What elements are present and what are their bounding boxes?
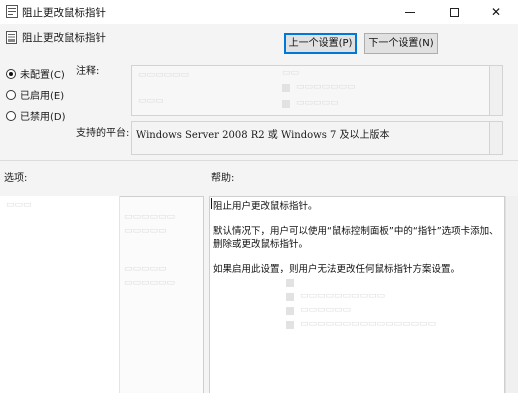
minimize-button[interactable] xyxy=(388,0,432,24)
close-icon: ✕ xyxy=(490,5,502,19)
help-paragraph: 默认情况下，用户可以使用“鼠标控制面板”中的“指针”选项卡添加、 xyxy=(213,226,499,237)
faded-artifact xyxy=(286,307,294,315)
help-label: 帮助: xyxy=(211,173,235,184)
faded-artifact: ▭▭▭▭▭▭ xyxy=(138,70,190,80)
supported-on-scrollbar[interactable] xyxy=(490,121,503,155)
options-list: ▭▭▭ xyxy=(0,196,120,393)
policy-document-icon xyxy=(6,5,18,18)
comment-textarea[interactable]: ▭▭▭▭▭▭ ▭▭▭ ▭▭ ▭▭▭▭▭▭▭ ▭▭▭▭▭ xyxy=(131,65,490,116)
maximize-button[interactable] xyxy=(432,0,476,24)
comment-label: 注释: xyxy=(76,66,100,77)
faded-artifact xyxy=(282,84,290,92)
faded-artifact xyxy=(286,279,294,287)
policy-setting-window: 阻止更改鼠标指针 ✕ 阻止更改鼠标指针 上一个设置(P) 下一个设置(N) 未配… xyxy=(0,0,518,393)
faded-artifact: ▭▭▭ xyxy=(6,200,32,210)
supported-on-field: Windows Server 2008 R2 或 Windows 7 及以上版本 xyxy=(131,121,490,155)
help-scrollbar[interactable] xyxy=(505,196,518,393)
maximize-icon xyxy=(449,7,459,17)
faded-artifact: ▭▭▭▭▭▭ xyxy=(300,305,352,315)
radio-label: 已禁用(D) xyxy=(20,112,66,123)
help-paragraph: 删除或更改鼠标指针。 xyxy=(213,239,309,250)
faded-artifact xyxy=(286,293,294,301)
policy-setting-icon xyxy=(6,31,17,44)
faded-artifact: ▭▭▭ xyxy=(138,96,164,106)
faded-artifact: ▭▭ xyxy=(282,68,300,78)
help-text-pane[interactable]: 阻止用户更改鼠标指针。 默认情况下，用户可以使用“鼠标控制面板”中的“指针”选项… xyxy=(209,196,505,393)
help-paragraph: 如果启用此设置，则用户无法更改任何鼠标指针方案设置。 xyxy=(213,264,461,275)
faded-artifact: ▭▭▭▭▭ xyxy=(124,226,167,236)
next-setting-button[interactable]: 下一个设置(N) xyxy=(364,33,438,54)
window-title: 阻止更改鼠标指针 xyxy=(22,7,106,19)
minimize-icon xyxy=(405,11,415,13)
previous-setting-button[interactable]: 上一个设置(P) xyxy=(284,33,357,54)
radio-button[interactable] xyxy=(6,68,16,79)
close-button[interactable]: ✕ xyxy=(474,0,518,24)
radio-label: 已启用(E) xyxy=(20,91,65,102)
section-divider xyxy=(0,160,518,161)
radio-button[interactable] xyxy=(6,110,16,121)
faded-artifact xyxy=(282,100,290,108)
faded-artifact: ▭▭▭▭▭▭▭▭▭▭ xyxy=(300,291,386,301)
supported-on-value: Windows Server 2008 R2 或 Windows 7 及以上版本 xyxy=(136,130,390,141)
radio-disabled[interactable]: 已禁用(D) xyxy=(6,108,66,123)
faded-artifact: ▭▭▭▭▭▭▭▭▭▭▭▭▭▭▭▭ xyxy=(300,319,437,329)
supported-on-label: 支持的平台: xyxy=(76,128,130,139)
radio-label: 未配置(C) xyxy=(20,70,65,81)
setting-title: 阻止更改鼠标指针 xyxy=(22,32,106,44)
faded-artifact xyxy=(286,321,294,329)
text-caret xyxy=(211,198,212,209)
title-bar[interactable]: 阻止更改鼠标指针 ✕ xyxy=(0,0,518,24)
faded-artifact: ▭▭▭▭▭▭ xyxy=(124,212,176,222)
faded-artifact: ▭▭▭▭▭▭ xyxy=(124,278,176,288)
radio-button[interactable] xyxy=(6,89,16,100)
radio-enabled[interactable]: 已启用(E) xyxy=(6,87,64,102)
faded-artifact: ▭▭▭▭▭ xyxy=(124,264,167,274)
help-paragraph: 阻止用户更改鼠标指针。 xyxy=(213,201,318,212)
radio-not-configured[interactable]: 未配置(C) xyxy=(6,66,65,81)
faded-artifact: ▭▭▭▭▭▭▭ xyxy=(296,82,356,92)
faded-artifact: ▭▭▭▭▭ xyxy=(296,98,339,108)
options-label: 选项: xyxy=(4,173,28,184)
comment-scrollbar[interactable] xyxy=(490,65,503,116)
